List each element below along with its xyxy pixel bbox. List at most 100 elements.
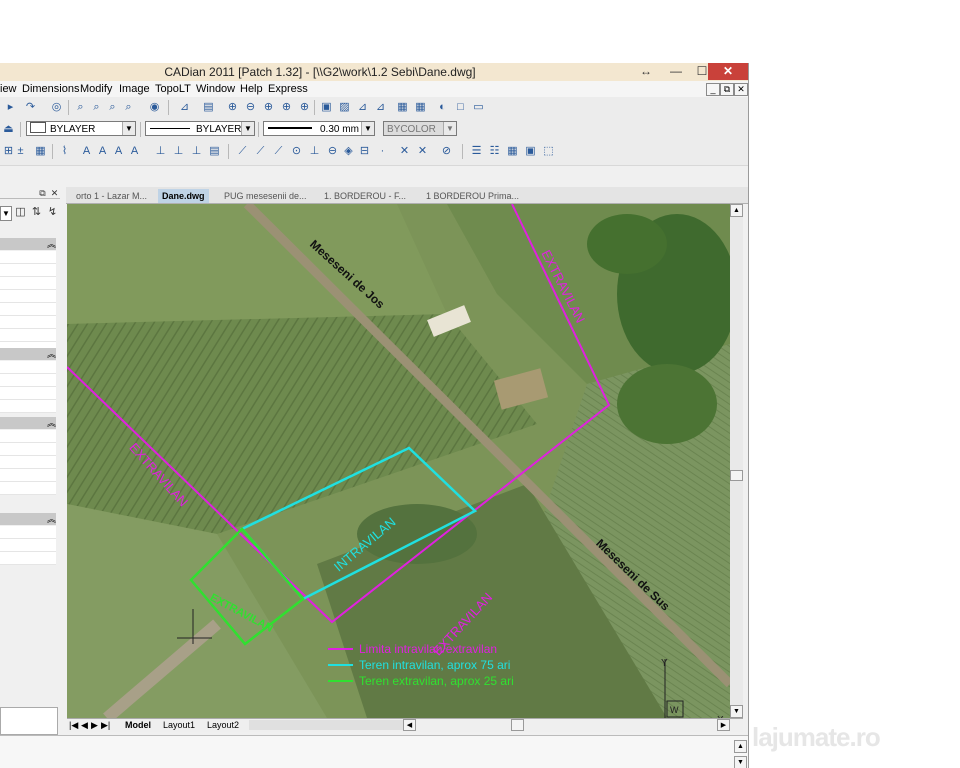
command-line[interactable]: ▲ ▼ <box>0 735 748 768</box>
menu-modify[interactable]: Modify <box>80 83 112 95</box>
snap-tangent-icon[interactable]: ⊖ <box>326 145 339 158</box>
mdi-minimize-button[interactable]: _ <box>706 83 720 96</box>
image-frame-icon[interactable]: ▣ <box>524 145 537 158</box>
chart-icon[interactable]: ⊿ <box>356 101 369 114</box>
panel-row[interactable] <box>0 456 56 469</box>
regen-icon[interactable]: ◎ <box>50 101 63 114</box>
chevron-down-icon[interactable]: ▼ <box>241 122 254 135</box>
point-icon[interactable]: ⊥ <box>154 145 167 158</box>
tab-dane[interactable]: Dane.dwg <box>158 189 209 203</box>
command-scroll-down-icon[interactable]: ▼ <box>734 756 747 768</box>
zoom-scale-icon[interactable]: ⊕ <box>280 101 293 114</box>
menu-dimensions[interactable]: Dimensions <box>22 83 79 95</box>
snap-intersection-icon[interactable]: ✕ <box>398 145 411 158</box>
panel-row[interactable] <box>0 277 56 290</box>
collapse-icon[interactable]: ︽ <box>47 349 56 359</box>
panel-row[interactable] <box>0 251 56 264</box>
snap-node-icon[interactable]: · <box>376 145 389 158</box>
panel-row[interactable] <box>0 430 56 443</box>
scroll-up-icon[interactable]: ▲ <box>730 204 743 217</box>
drawing-canvas[interactable]: Meseseni de Jos Meseseni de Sus EXTRAVIL… <box>67 204 730 718</box>
image-icon[interactable]: ▣ <box>320 101 333 114</box>
collapse-icon[interactable]: ︽ <box>47 418 56 428</box>
panel-row[interactable] <box>0 374 56 387</box>
mdi-restore-button[interactable]: ⧉ <box>720 83 734 96</box>
legend-boundary[interactable]: Limita intravilan/extravilan <box>359 642 497 656</box>
snap-insert-icon[interactable]: ⊟ <box>358 145 371 158</box>
restore-icon[interactable]: ↔ <box>632 63 660 80</box>
distance-icon[interactable]: ⊿ <box>178 101 191 114</box>
toggle-pickadd-icon[interactable]: ↯ <box>46 206 59 219</box>
scroll-left-icon[interactable]: ◀ <box>403 719 416 731</box>
tab-pug[interactable]: PUG mesesenii de... <box>220 189 311 203</box>
panel-row[interactable] <box>0 552 56 565</box>
prev-layout-icon[interactable]: ◀ <box>81 719 88 732</box>
panel-section-plot[interactable]: ︽ <box>0 417 56 429</box>
legend-extravilan[interactable]: Teren extravilan, aprox 25 ari <box>359 674 514 688</box>
aerial-map[interactable]: Meseseni de Jos Meseseni de Sus EXTRAVIL… <box>67 204 730 718</box>
zoom-in-icon[interactable]: ⊕ <box>226 101 239 114</box>
mdi-close-button[interactable]: ✕ <box>734 83 748 96</box>
vertical-scrollbar[interactable]: ▲ ▼ <box>730 204 743 718</box>
next-layout-icon[interactable]: ▶ <box>91 719 98 732</box>
panel-row[interactable] <box>0 526 56 539</box>
text-rotate-icon[interactable]: A <box>128 145 141 158</box>
panel-row[interactable] <box>0 361 56 374</box>
snap-perpendicular-icon[interactable]: ⊥ <box>308 145 321 158</box>
text-style-icon[interactable]: A <box>96 145 109 158</box>
menu-view[interactable]: iew <box>0 83 17 95</box>
snap-endpoint-icon[interactable]: ⟋ <box>236 145 249 158</box>
zoom-extents-icon[interactable]: ⌕ <box>122 101 135 114</box>
save-points-icon[interactable]: ▤ <box>208 145 221 158</box>
panel-row[interactable] <box>0 387 56 400</box>
color-combo[interactable]: BYLAYER ▼ <box>26 121 136 136</box>
panel-section-view[interactable]: ︽ <box>0 513 56 525</box>
snap-clear-icon[interactable]: ⊘ <box>440 145 453 158</box>
menu-express[interactable]: Express <box>268 83 308 95</box>
close-button[interactable]: ✕ <box>708 63 748 80</box>
chevron-down-icon[interactable]: ▼ <box>122 122 135 135</box>
redraw-icon[interactable]: ↷ <box>24 101 37 114</box>
panel-row[interactable] <box>0 290 56 303</box>
layer-color-icon[interactable]: ☰ <box>470 145 483 158</box>
chevron-down-icon[interactable]: ▼ <box>0 206 12 221</box>
panel-row[interactable] <box>0 469 56 482</box>
layer-properties-icon[interactable]: ⏏ <box>2 123 15 136</box>
snap-apparent-icon[interactable]: ✕ <box>416 145 429 158</box>
snap-quadrant-icon[interactable]: ◈ <box>342 145 355 158</box>
first-layout-icon[interactable]: |◀ <box>69 719 78 732</box>
rectangle-icon[interactable]: □ <box>454 101 467 114</box>
chevron-down-icon[interactable]: ▼ <box>361 122 374 135</box>
pan-icon[interactable]: ▸ <box>4 101 17 114</box>
linetype-combo[interactable]: BYLAYER ▼ <box>145 121 255 136</box>
tab-orto[interactable]: orto 1 - Lazar M... <box>72 189 151 203</box>
panel-row[interactable] <box>0 443 56 456</box>
point-table-icon[interactable]: ⊥ <box>190 145 203 158</box>
zoom-window-icon[interactable]: ⌕ <box>90 101 103 114</box>
panel-row[interactable] <box>0 329 56 342</box>
tab-model[interactable]: Model <box>125 719 151 732</box>
tab-borderou-prima[interactable]: 1 BORDEROU Prima... <box>422 189 523 203</box>
image-adjust-icon[interactable]: ▨ <box>338 101 351 114</box>
zoom-realtime-icon[interactable]: ⌕ <box>74 101 87 114</box>
panel-close-icon[interactable]: ✕ <box>48 187 61 200</box>
panel-section-general[interactable]: ︽ <box>0 238 56 250</box>
scroll-right-icon[interactable]: ▶ <box>717 719 730 731</box>
zoom-previous-icon[interactable]: ⌕ <box>106 101 119 114</box>
collapse-icon[interactable]: ︽ <box>47 514 56 524</box>
image-manager-icon[interactable]: ▦ <box>506 145 519 158</box>
block-icon[interactable]: ▦ <box>396 101 409 114</box>
collapse-icon[interactable]: ︽ <box>47 239 56 249</box>
snap-midpoint-icon[interactable]: ⟋ <box>254 145 267 158</box>
select-objects-icon[interactable]: ⇅ <box>30 206 43 219</box>
tab-layout1[interactable]: Layout1 <box>163 719 195 732</box>
layer-icon[interactable]: ▦ <box>414 101 427 114</box>
scroll-thumb-horizontal[interactable] <box>511 719 524 731</box>
properties-icon[interactable]: ▤ <box>202 101 215 114</box>
tab-layout2[interactable]: Layout2 <box>207 719 239 732</box>
panel-row[interactable] <box>0 303 56 316</box>
text-icon[interactable]: A <box>80 145 93 158</box>
menu-image[interactable]: Image <box>119 83 150 95</box>
scroll-thumb[interactable] <box>730 470 743 481</box>
lineweight-combo[interactable]: 0.30 mm ▼ <box>263 121 375 136</box>
